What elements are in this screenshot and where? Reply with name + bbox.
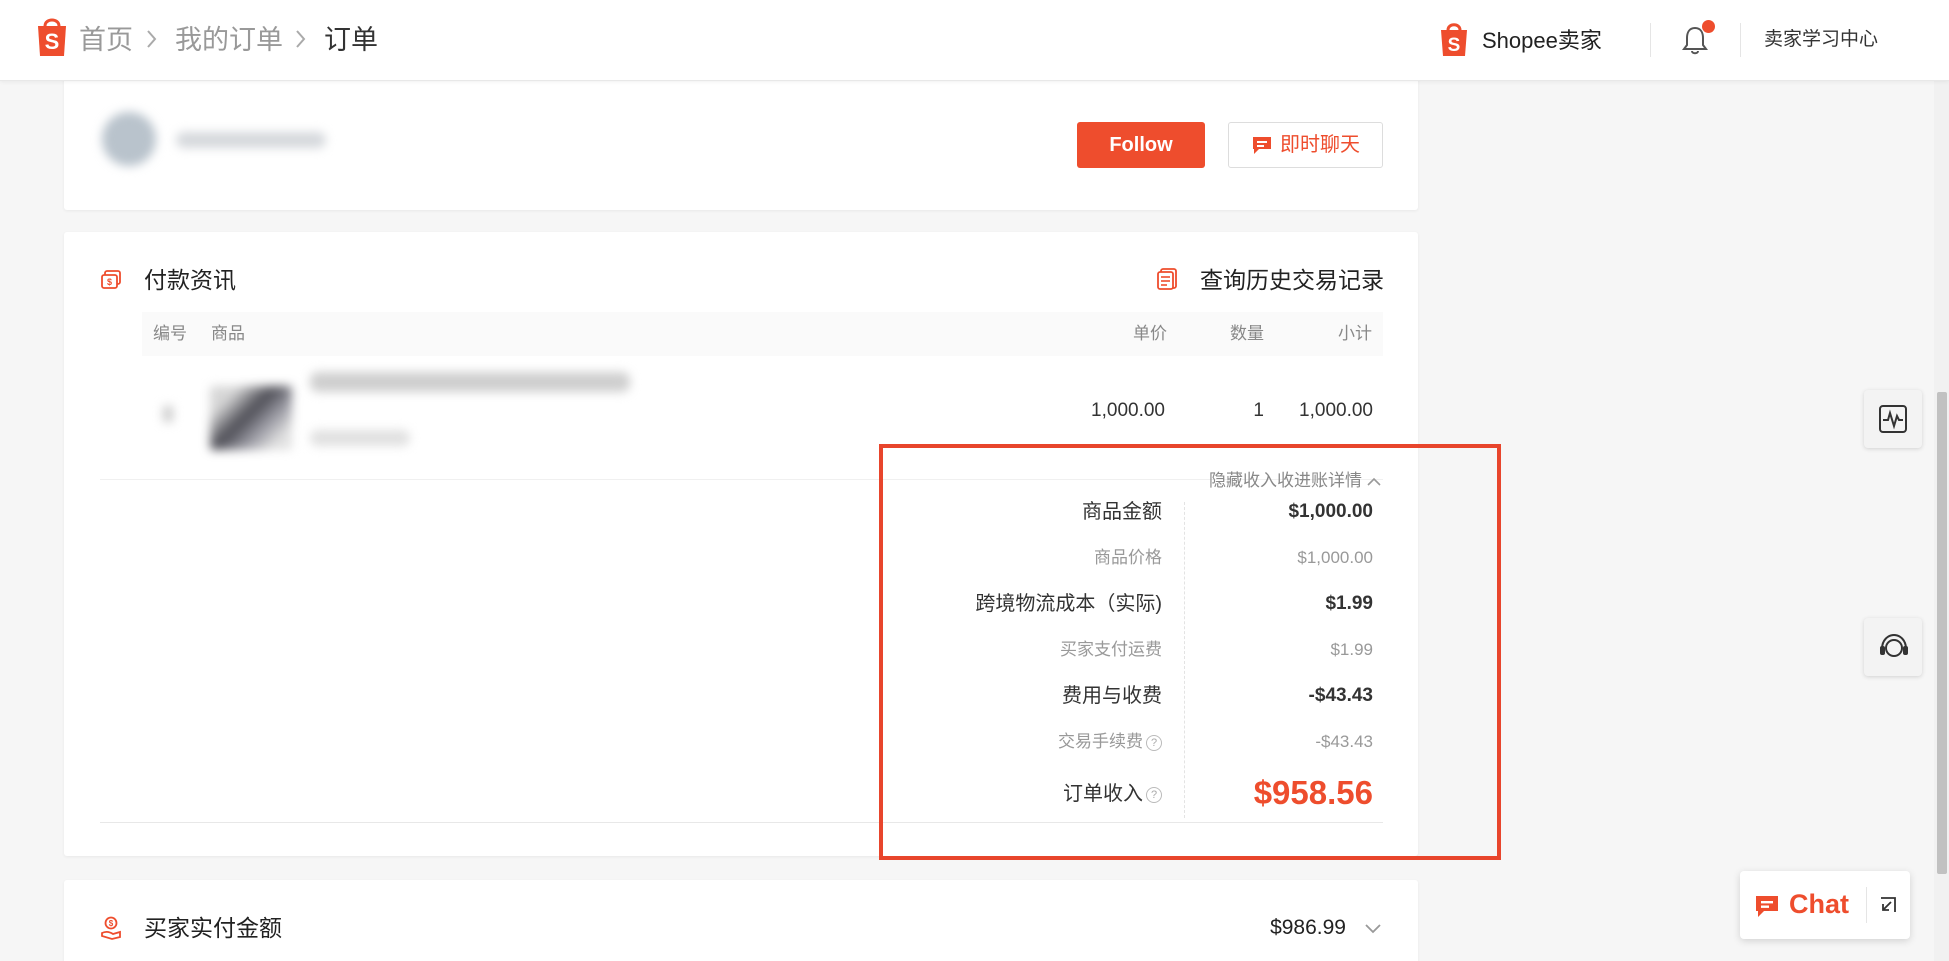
chat-now-button[interactable]: 即时聊天: [1228, 122, 1383, 168]
performance-float-button[interactable]: [1864, 390, 1922, 448]
chat-label: Chat: [1789, 889, 1849, 919]
help-icon[interactable]: ?: [1146, 786, 1162, 803]
transaction-history-link[interactable]: 查询历史交易记录: [1200, 264, 1384, 296]
breadcrumb-orders[interactable]: 我的订单: [175, 22, 283, 58]
shop-card: Follow 即时聊天: [64, 72, 1418, 210]
breadcrumb-home[interactable]: 首页: [79, 22, 133, 58]
svg-text:$: $: [107, 277, 112, 287]
divider: [1650, 23, 1651, 57]
item-unit-price: 1,000.00: [1091, 400, 1165, 421]
item-subtotal: 1,000.00: [1299, 400, 1373, 421]
product-price-value: $1,000.00: [1297, 548, 1373, 567]
notification-dot: [1702, 20, 1715, 33]
order-income-row-label: 订单收入?: [1063, 780, 1162, 808]
scrollbar-thumb[interactable]: [1937, 392, 1947, 874]
divider: [1184, 502, 1185, 818]
follow-button[interactable]: Follow: [1077, 122, 1205, 168]
buyer-payment-icon: $: [101, 916, 121, 940]
items-table-header: 编号 商品 单价 数量 小计: [142, 312, 1383, 356]
chat-now-label: 即时聊天: [1280, 134, 1360, 156]
item-qty: 1: [1253, 400, 1264, 421]
svg-text:S: S: [45, 29, 60, 54]
transaction-fee-row-label: 交易手续费?: [1058, 728, 1162, 756]
buyer-shipping-label: 买家支付运费: [1060, 640, 1162, 659]
chat-bubble-icon: [1756, 896, 1778, 917]
product-amount-label: 商品金额: [1082, 501, 1162, 523]
shipping-cost-value: $1.99: [1325, 593, 1373, 614]
item-index-blurred: [163, 406, 173, 422]
payment-icon: $: [101, 270, 121, 289]
product-image[interactable]: [210, 386, 292, 450]
shopee-logo-icon[interactable]: S: [34, 14, 70, 58]
chevron-down-icon[interactable]: [1364, 922, 1382, 934]
svg-text:S: S: [1448, 35, 1461, 56]
shipping-cost-label: 跨境物流成本（实际): [975, 593, 1162, 615]
toggle-label: 隐藏收入收进账详情: [1209, 471, 1362, 490]
order-income-value: $958.56: [1253, 774, 1373, 811]
product-amount-value: $1,000.00: [1288, 501, 1373, 522]
chevron-up-icon: [1367, 477, 1381, 486]
column-header-no: 编号: [153, 324, 187, 343]
shop-name-blurred: [176, 132, 326, 148]
product-name-blurred[interactable]: [310, 372, 630, 392]
chat-bubble-icon: [1253, 137, 1271, 154]
learning-center-link[interactable]: 卖家学习中心: [1764, 27, 1878, 53]
buyer-paid-card[interactable]: $ 买家实付金额 $986.99: [64, 880, 1418, 961]
seller-brand-label[interactable]: Shopee卖家: [1482, 26, 1602, 56]
breadcrumb-current: 订单: [324, 25, 378, 55]
chevron-right-icon: [296, 30, 306, 48]
history-records-icon[interactable]: [1156, 267, 1178, 291]
headset-icon: [1880, 633, 1908, 657]
column-header-subtotal: 小计: [1338, 324, 1372, 343]
minimize-icon[interactable]: [1878, 895, 1898, 915]
transaction-fee-label: 交易手续费: [1058, 732, 1143, 751]
shop-avatar[interactable]: [102, 112, 156, 166]
divider: [1740, 23, 1741, 57]
shopee-seller-logo-icon[interactable]: S: [1438, 20, 1470, 58]
buyer-paid-title: 买家实付金额: [144, 915, 282, 941]
column-header-unit-price: 单价: [1133, 324, 1167, 343]
fees-value: -$43.43: [1308, 685, 1373, 706]
svg-text:$: $: [109, 919, 114, 928]
chevron-right-icon: [147, 30, 157, 48]
payment-info-card: $ 付款资讯 查询历史交易记录 编号 商品 单价 数量 小计 1,000.00 …: [64, 232, 1418, 856]
hide-income-details-toggle[interactable]: 隐藏收入收进账详情: [1209, 468, 1382, 494]
order-income-label: 订单收入: [1063, 783, 1143, 805]
buyer-shipping-value: $1.99: [1330, 640, 1373, 659]
product-variation-blurred: [310, 430, 410, 446]
buyer-paid-amount: $986.99: [1270, 916, 1346, 939]
help-icon[interactable]: ?: [1146, 734, 1162, 751]
chat-widget[interactable]: Chat: [1740, 871, 1910, 939]
transaction-fee-value: -$43.43: [1315, 732, 1373, 751]
column-header-product: 商品: [211, 324, 245, 343]
top-bar: S 首页 我的订单 订单 S Shopee卖家 卖家学习中心: [0, 0, 1949, 81]
payment-info-title: 付款资讯: [144, 267, 236, 293]
divider: [1866, 887, 1867, 923]
activity-chart-icon: [1879, 405, 1907, 433]
column-header-qty: 数量: [1230, 324, 1264, 343]
divider: [100, 479, 1383, 480]
fees-label: 费用与收费: [1062, 685, 1162, 707]
product-price-label: 商品价格: [1094, 548, 1162, 567]
divider: [100, 822, 1383, 823]
customer-service-float-button[interactable]: [1864, 618, 1922, 676]
